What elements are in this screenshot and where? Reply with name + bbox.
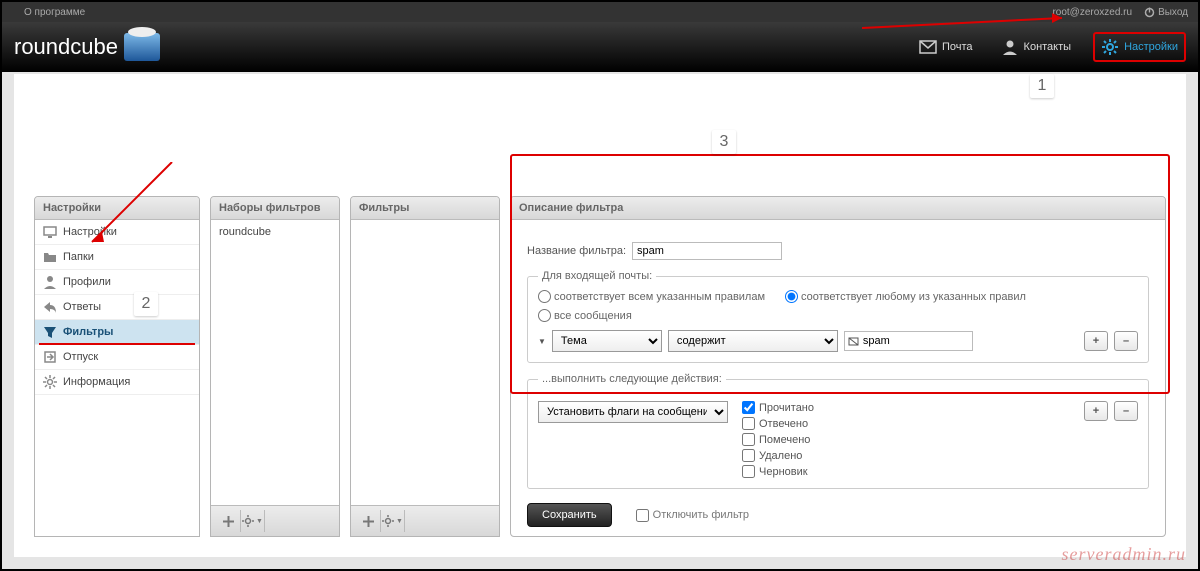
gear-icon [43,375,57,389]
monitor-icon [43,225,57,239]
filtersets-panel-header: Наборы фильтров [211,197,339,220]
sidebar-item-6[interactable]: Информация [35,370,199,395]
rules-legend: Для входящей почты: [538,270,656,282]
filter-form-header: Описание фильтра [511,197,1165,220]
sidebar-item-3[interactable]: Ответы [35,295,199,320]
logo: roundcube [14,33,160,61]
flag-4[interactable]: Черновик [742,465,814,478]
radio-any[interactable]: соответствует любому из указанных правил [785,290,1026,303]
sidebar-item-label: Отпуск [63,351,98,363]
sidebar-item-2[interactable]: Профили [35,270,199,295]
settings-panel: Настройки Настройки Папки Профили Ответы Фил… [34,196,200,537]
folder-icon [43,250,57,264]
set-menu-button[interactable]: ▼ [241,510,265,532]
annotation-3: 3 [712,130,736,154]
flag-3[interactable]: Удалено [742,449,814,462]
header: roundcube Почта Контакты Настройки [2,22,1198,72]
action-select[interactable]: Установить флаги на сообщение [538,401,728,423]
plus-icon [362,515,375,528]
sidebar-item-0[interactable]: Настройки [35,220,199,245]
add-action-button[interactable]: + [1084,401,1108,421]
sidebar-item-label: Информация [63,376,130,388]
filter-name-input[interactable] [632,242,782,260]
sidebar-item-label: Профили [63,276,111,288]
flag-2[interactable]: Помечено [742,433,814,446]
actions-fieldset: ...выполнить следующие действия: Установ… [527,373,1149,489]
actions-legend: ...выполнить следующие действия: [538,373,726,385]
annotation-2: 2 [134,292,158,316]
user-label: root@zeroxzed.ru [1052,7,1132,18]
cond-value-input[interactable] [859,333,969,349]
filter-form-panel: Описание фильтра Название фильтра: Для в… [510,196,1166,537]
envelope-icon [919,38,937,56]
filter-icon [43,325,57,339]
flag-0[interactable]: Прочитано [742,401,814,414]
plus-icon [222,515,235,528]
gear-icon [382,515,395,528]
cond-field-select[interactable]: Тема [552,330,662,352]
watermark: serveradmin.ru [1062,544,1187,565]
content: Настройки Настройки Папки Профили Ответы Фил… [14,74,1186,557]
cond-op-select[interactable]: содержит [668,330,838,352]
add-filter-button[interactable] [357,510,381,532]
sidebar-item-label: Фильтры [63,326,113,338]
filterset-item-0[interactable]: roundcube [211,220,339,244]
logout-link[interactable]: Выход [1144,7,1188,18]
nav-mail[interactable]: Почта [913,34,979,60]
annotation-1: 1 [1030,74,1054,98]
main-nav: Почта Контакты Настройки [897,32,1186,62]
nav-settings[interactable]: Настройки [1093,32,1186,62]
sidebar-item-4[interactable]: Фильтры [35,320,199,345]
user-icon [43,275,57,289]
gear-icon [242,515,255,528]
disable-filter-checkbox[interactable]: Отключить фильтр [636,509,749,522]
power-icon [1144,7,1155,18]
filtersets-panel: Наборы фильтров roundcube ▼ [210,196,340,537]
flag-1[interactable]: Отвечено [742,417,814,430]
add-set-button[interactable] [217,510,241,532]
sidebar-item-label: Настройки [63,226,117,238]
filter-menu-button[interactable]: ▼ [381,510,405,532]
export-icon [43,350,57,364]
remove-cond-button[interactable]: – [1114,331,1138,351]
about-link[interactable]: О программе [24,7,85,18]
filters-panel-header: Фильтры [351,197,499,220]
user-icon [1001,38,1019,56]
remove-action-button[interactable]: – [1114,401,1138,421]
nav-contacts[interactable]: Контакты [995,34,1078,60]
radio-all[interactable]: соответствует всем указанным правилам [538,290,765,303]
settings-panel-header: Настройки [35,197,199,220]
sidebar-item-label: Папки [63,251,94,263]
filters-panel: Фильтры ▼ [350,196,500,537]
sidebar-item-5[interactable]: Отпуск [35,345,199,370]
sidebar-item-label: Ответы [63,301,101,313]
radio-every[interactable]: все сообщения [538,309,632,322]
rules-fieldset: Для входящей почты: соответствует всем у… [527,270,1149,363]
topbar: О программе root@zeroxzed.ru Выход [2,2,1198,22]
sidebar-item-1[interactable]: Папки [35,245,199,270]
save-button[interactable]: Сохранить [527,503,612,527]
tag-icon [848,336,859,347]
reply-icon [43,300,57,314]
filter-name-label: Название фильтра: [527,245,626,257]
gear-icon [1101,38,1119,56]
add-cond-button[interactable]: + [1084,331,1108,351]
